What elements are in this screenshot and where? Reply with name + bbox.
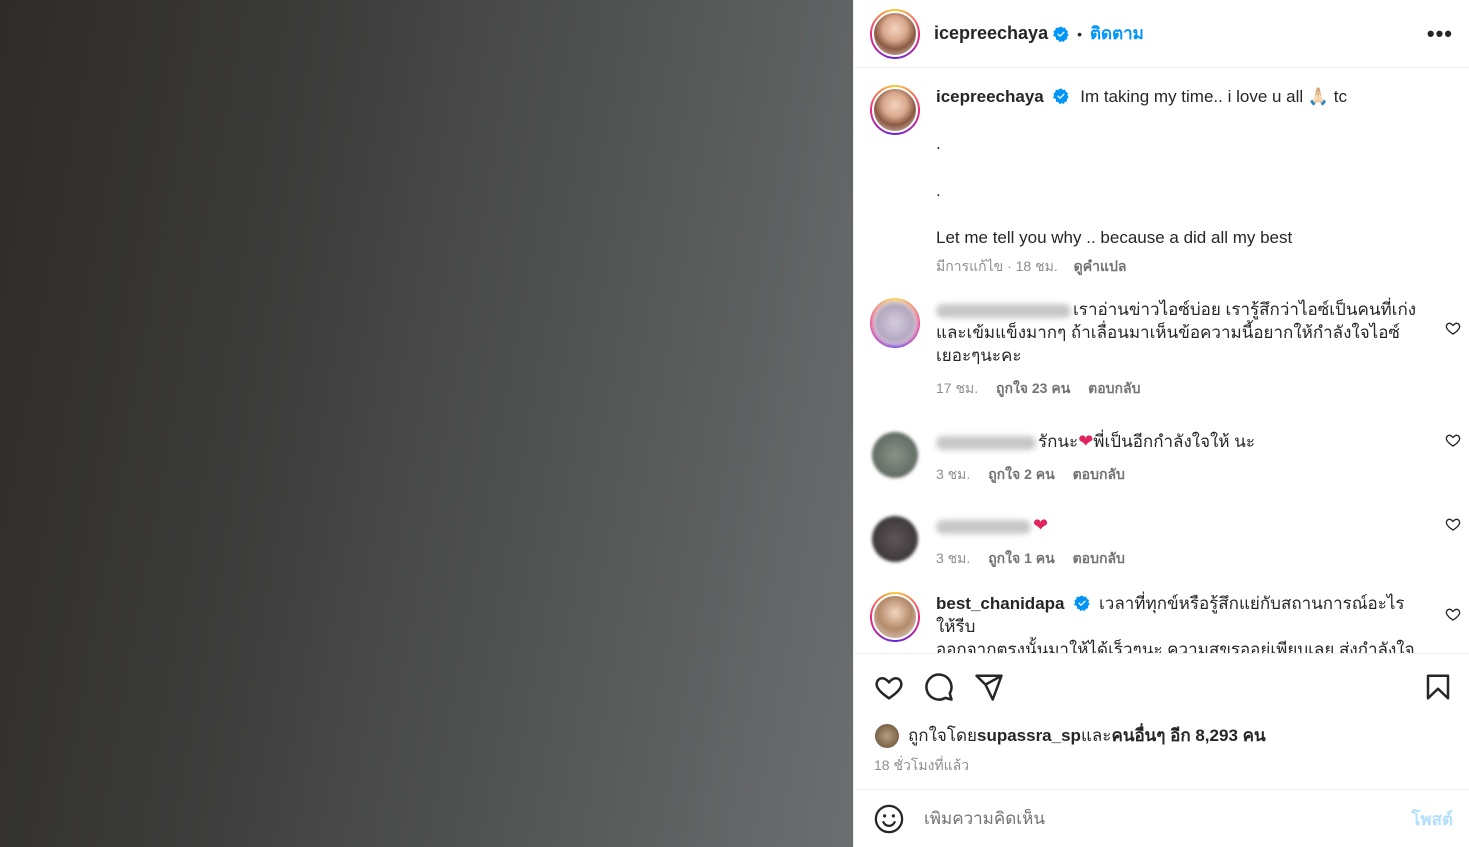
caption-edited-time: มีการแก้ไข · 18 ชม.: [936, 258, 1058, 274]
comment-text: เราอ่านข่าวไอซ์บ่อย เรารู้สึกว่าไอซ์เป็น…: [1073, 300, 1417, 319]
likes-summary: ถูกใจโดย supassra_sp และ คนอื่นๆ อีก 8,2…: [854, 702, 1469, 749]
comment-text: พี่เป็นอีกกำลังใจให้ นะ: [1093, 432, 1256, 451]
emoji-icon[interactable]: [874, 804, 904, 834]
comment-item: best_chanidapa เวลาที่ทุกข์หรือรู้สึกแย่…: [854, 592, 1469, 653]
follow-button[interactable]: ติดตาม: [1090, 20, 1144, 47]
comment-text: ออกจากตรงนั้นมาให้ได้เร็วๆนะ ความสุขรออย…: [936, 640, 1415, 653]
post-time[interactable]: 18 ชั่วโมงที่แล้ว: [854, 749, 1469, 777]
post-actions: ถูกใจโดย supassra_sp และ คนอื่นๆ อีก 8,2…: [854, 653, 1469, 790]
post-comment-button[interactable]: โพสต์: [1411, 806, 1453, 833]
liker-username[interactable]: supassra_sp: [977, 726, 1081, 746]
caption-text-line: .: [936, 181, 941, 200]
post-side-panel: icepreechaya • ติดตาม ••• icepreechaya I…: [853, 0, 1469, 847]
post-caption: icepreechaya Im taking my time.. i love …: [854, 69, 1469, 278]
comment-item: เราอ่านข่าวไอซ์บ่อย เรารู้สึกว่าไอซ์เป็น…: [854, 298, 1469, 400]
comments-scroll-area[interactable]: icepreechaya Im taking my time.. i love …: [854, 69, 1469, 653]
comment-time: 17 ชม.: [936, 380, 979, 396]
comment-time: 3 ชม.: [936, 466, 971, 482]
verified-badge-icon: [1053, 88, 1070, 104]
commenter-username[interactable]: best_chanidapa: [936, 594, 1065, 613]
likes-others[interactable]: คนอื่นๆ อีก 8,293 คน: [1111, 722, 1265, 749]
post-header: icepreechaya • ติดตาม •••: [854, 0, 1469, 68]
liker-avatar[interactable]: [874, 722, 900, 749]
post-modal: icepreechaya • ติดตาม ••• icepreechaya I…: [0, 0, 1469, 847]
comment-meta: 17 ชม. ถูกใจ 23 คน ตอบกลับ: [936, 377, 1426, 400]
comment-item: ❤ 3 ชม. ถูกใจ 1 คน ตอบกลับ: [854, 514, 1469, 570]
like-comment-heart-icon[interactable]: [1445, 606, 1461, 622]
share-send-icon[interactable]: [974, 672, 1004, 702]
caption-meta: มีการแก้ไข · 18 ชม. ดูคำแปล: [936, 255, 1347, 278]
add-comment-bar: โพสต์: [854, 791, 1469, 847]
comment-likes[interactable]: ถูกใจ 23 คน: [996, 380, 1070, 396]
reply-button[interactable]: ตอบกลับ: [1073, 550, 1125, 566]
comment-likes[interactable]: ถูกใจ 2 คน: [988, 466, 1055, 482]
commenter-avatar[interactable]: [870, 514, 920, 564]
comment-bubble-icon[interactable]: [924, 672, 954, 702]
reply-button[interactable]: ตอบกลับ: [1088, 380, 1140, 396]
verified-badge-icon: [1053, 25, 1069, 42]
author-avatar[interactable]: [870, 8, 920, 59]
likes-prefix: ถูกใจโดย: [908, 726, 977, 745]
commenter-username-blurred[interactable]: [936, 519, 1031, 534]
like-comment-heart-icon[interactable]: [1445, 320, 1461, 336]
caption-text-line: Let me tell you why .. because a did all…: [936, 228, 1293, 247]
reply-button[interactable]: ตอบกลับ: [1073, 466, 1125, 482]
commenter-avatar[interactable]: [870, 298, 920, 348]
save-bookmark-icon[interactable]: [1423, 672, 1453, 702]
caption-text-line: Im taking my time.. i love u all 🙏🏻 tc: [1080, 87, 1348, 106]
commenter-avatar[interactable]: [870, 592, 920, 642]
like-heart-icon[interactable]: [874, 672, 904, 702]
comment-text: รักนะ: [1038, 432, 1079, 451]
comment-time: 3 ชม.: [936, 550, 971, 566]
comment-meta: 3 ชม. ถูกใจ 1 คน ตอบกลับ: [936, 547, 1426, 570]
like-comment-heart-icon[interactable]: [1445, 516, 1461, 532]
comment-meta: 3 ชม. ถูกใจ 2 คน ตอบกลับ: [936, 463, 1426, 486]
comment-input[interactable]: [924, 809, 1412, 829]
comment-item: รักนะ❤พี่เป็นอีกกำลังใจให้ นะ 3 ชม. ถูกใ…: [854, 430, 1469, 486]
more-horizontal-icon[interactable]: •••: [1427, 21, 1453, 47]
caption-avatar[interactable]: [870, 85, 920, 135]
separator-dot: •: [1077, 25, 1082, 42]
verified-badge-icon: [1074, 595, 1090, 611]
like-comment-heart-icon[interactable]: [1445, 432, 1461, 448]
author-username[interactable]: icepreechaya: [934, 23, 1048, 44]
commenter-username-blurred[interactable]: [936, 303, 1071, 318]
comment-likes[interactable]: ถูกใจ 1 คน: [988, 550, 1055, 566]
comment-text: และเข้มแข็งมากๆ ถ้าเลื่อนมาเห็นข้อความนี…: [936, 323, 1400, 342]
commenter-avatar[interactable]: [870, 430, 920, 480]
caption-username[interactable]: icepreechaya: [936, 87, 1044, 106]
caption-text-line: .: [936, 134, 941, 153]
likes-mid: และ: [1080, 726, 1112, 745]
translate-link[interactable]: ดูคำแปล: [1074, 258, 1127, 274]
post-image[interactable]: [0, 0, 853, 847]
commenter-username-blurred[interactable]: [936, 435, 1036, 450]
red-heart-emoji-icon: ❤: [1078, 431, 1094, 451]
red-heart-emoji-icon: ❤: [1033, 515, 1049, 535]
comment-text: เยอะๆนะคะ: [936, 346, 1022, 365]
